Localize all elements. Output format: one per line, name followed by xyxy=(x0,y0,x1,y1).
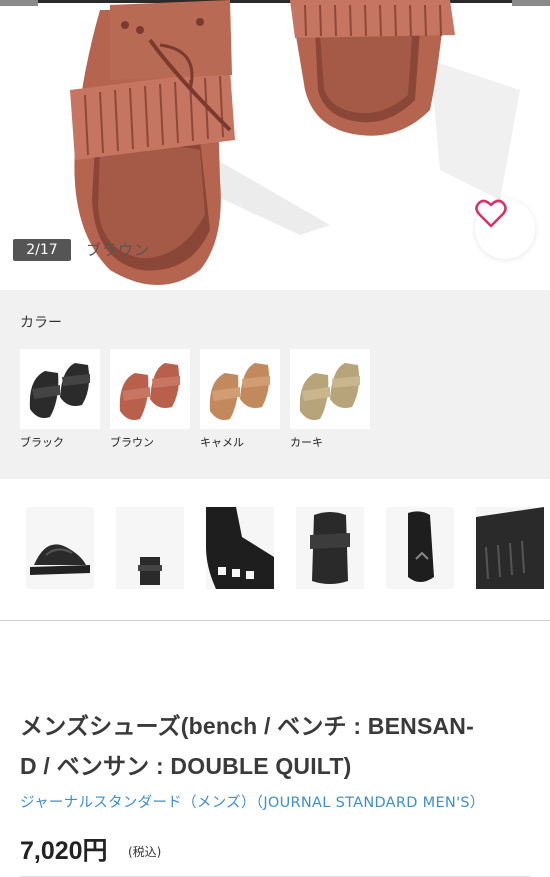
thumbnail-side-view[interactable] xyxy=(26,507,94,589)
thumbnail-fringe-closeup[interactable] xyxy=(476,507,544,589)
product-title: メンズシューズ(bench / ベンチ : BENSAN- D / ベンサン :… xyxy=(20,706,540,786)
color-option-brown[interactable]: ブラウン xyxy=(110,349,190,450)
color-option-label: カーキ xyxy=(290,436,323,449)
color-selector: カラー ブラック ブラウン キャメル カーキ xyxy=(0,290,550,479)
sandal-top-icon xyxy=(296,507,364,589)
sandal-side-icon xyxy=(26,507,94,589)
brown-sandal-photo xyxy=(70,0,520,285)
product-title-line: D / ベンサン : DOUBLE QUILT) xyxy=(20,753,352,779)
product-title-line: メンズシューズ(bench / ベンチ : BENSAN- xyxy=(20,713,474,739)
selected-color-label: ブラウン xyxy=(86,241,151,259)
section-divider xyxy=(0,620,550,621)
color-option-label: ブラック xyxy=(20,436,64,449)
color-option-black[interactable]: ブラック xyxy=(20,349,100,450)
thumbnail-top-view[interactable] xyxy=(296,507,364,589)
sandal-sole-icon xyxy=(386,507,454,589)
brown-sandal-swatch-icon xyxy=(110,349,190,429)
thumbnail-back-view[interactable] xyxy=(116,507,184,589)
product-price: 7,020円 xyxy=(20,837,108,865)
color-option-label: キャメル xyxy=(200,436,244,449)
camel-sandal-swatch-icon xyxy=(200,349,280,429)
thumbnail-sole-closeup[interactable] xyxy=(206,507,274,589)
thumbnail-bottom-view[interactable] xyxy=(386,507,454,589)
color-option-khaki[interactable]: カーキ xyxy=(290,349,370,450)
color-option-camel[interactable]: キャメル xyxy=(200,349,280,450)
thumbnail-strip xyxy=(0,479,550,620)
image-counter: 2/17 xyxy=(13,239,71,261)
brand-link[interactable]: ジャーナルスタンダード（メンズ）（JOURNAL STANDARD MEN'S） xyxy=(20,791,485,812)
sandal-closeup-icon xyxy=(206,507,274,589)
black-sandal-swatch-icon xyxy=(20,349,100,429)
product-main-image[interactable]: 2/17 ブラウン xyxy=(0,0,550,290)
color-heading: カラー xyxy=(20,315,62,331)
favorite-button[interactable] xyxy=(475,199,535,259)
heart-icon xyxy=(475,199,507,228)
color-option-label: ブラウン xyxy=(110,436,154,449)
khaki-sandal-swatch-icon xyxy=(290,349,370,429)
sandal-back-icon xyxy=(116,507,184,589)
sandal-fringe-icon xyxy=(476,507,544,589)
tax-note: (税込) xyxy=(128,845,162,859)
